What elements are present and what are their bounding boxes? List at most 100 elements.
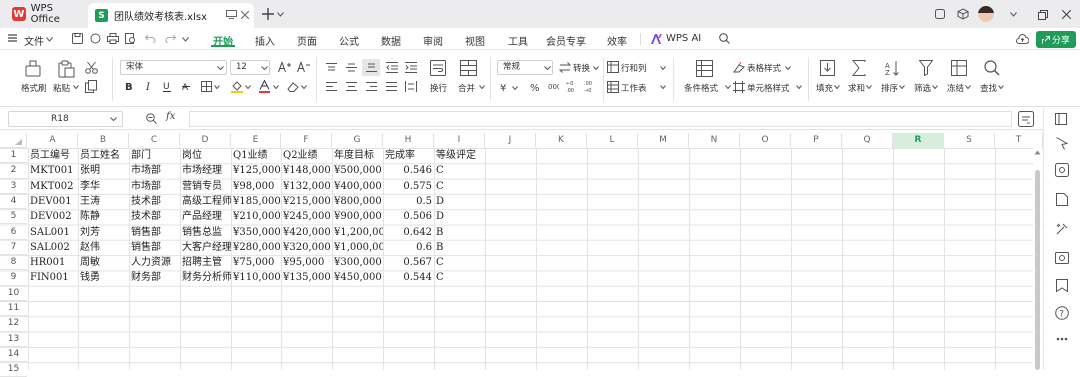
table-cell[interactable]: B (434, 240, 485, 255)
table-cell[interactable]: D (434, 194, 485, 209)
chevron-down-icon[interactable] (245, 85, 251, 89)
table-cell[interactable]: 高级工程师 (180, 194, 231, 209)
header-cell[interactable]: 年度目标 (332, 148, 383, 163)
table-cell[interactable]: 市场部 (129, 179, 180, 194)
menu-file[interactable]: 文件 (24, 33, 44, 48)
document-panel-icon[interactable] (1056, 193, 1068, 206)
row-header-1[interactable]: 1 (0, 148, 27, 164)
chevron-down-icon[interactable] (899, 85, 905, 89)
column-header-l[interactable]: L (587, 133, 638, 148)
justify-icon[interactable] (386, 82, 397, 91)
zoom-icon[interactable] (146, 113, 157, 124)
undo-icon[interactable] (145, 34, 156, 43)
table-cell[interactable]: 技术部 (129, 209, 180, 224)
table-cell[interactable]: ¥215,000 (281, 194, 332, 209)
table-cell[interactable]: B (434, 225, 485, 240)
table-cell[interactable]: 销售部 (129, 240, 180, 255)
borders-icon[interactable] (201, 81, 212, 92)
chevron-down-icon[interactable] (182, 37, 189, 42)
table-style-icon[interactable] (733, 61, 745, 73)
header-cell[interactable]: 员工姓名 (78, 148, 129, 163)
table-cell[interactable]: 市场部 (129, 163, 180, 178)
table-cell[interactable]: 市场经理 (180, 163, 231, 178)
cloud-upload-icon[interactable] (1016, 33, 1029, 44)
table-cell[interactable]: ¥1,000,000 (332, 240, 383, 255)
menu-data[interactable]: 数据 (381, 33, 401, 48)
chevron-down-icon[interactable] (998, 85, 1004, 89)
chevron-down-icon[interactable] (512, 86, 518, 90)
menu-insert[interactable]: 插入 (255, 33, 275, 48)
table-cell[interactable]: 王涛 (78, 194, 129, 209)
paste-label[interactable]: 粘贴 (53, 82, 70, 94)
table-cell[interactable]: ¥185,000 (231, 194, 281, 209)
tab-wps-office[interactable]: W WPS Office (8, 3, 84, 25)
table-cell[interactable]: ¥135,000 (281, 270, 332, 285)
table-cell[interactable]: 营销专员 (180, 179, 231, 194)
table-cell[interactable]: 钱勇 (78, 270, 129, 285)
chevron-down-icon[interactable] (273, 85, 279, 89)
bookmark-icon[interactable] (1056, 279, 1068, 292)
table-cell[interactable]: 销售总监 (180, 225, 231, 240)
column-header-a[interactable]: A (28, 133, 78, 148)
underline-icon[interactable]: U (163, 81, 172, 92)
table-cell[interactable]: FIN001 (28, 270, 78, 285)
row-header-14[interactable]: 14 (0, 347, 27, 363)
header-cell[interactable]: 员工编号 (28, 148, 78, 163)
table-cell[interactable]: ¥110,000 (231, 270, 281, 285)
table-cell[interactable]: ¥320,000 (281, 240, 332, 255)
column-header-b[interactable]: B (78, 133, 129, 148)
table-cell[interactable]: 0.567 (383, 255, 434, 270)
close-window-icon[interactable] (1062, 10, 1071, 19)
export-pdf-icon[interactable] (90, 33, 101, 44)
column-header-f[interactable]: F (281, 133, 332, 148)
chevron-down-icon[interactable] (932, 85, 938, 89)
align-top-icon[interactable] (326, 63, 337, 72)
column-header-g[interactable]: G (332, 133, 383, 148)
header-cell[interactable]: 岗位 (180, 148, 231, 163)
cell-style-icon[interactable] (733, 81, 745, 93)
panel-toggle-icon[interactable] (1055, 113, 1067, 125)
avatar[interactable] (978, 6, 994, 22)
table-cell[interactable]: ¥98,000 (231, 179, 281, 194)
format-painter-icon[interactable] (24, 60, 42, 78)
table-cell[interactable]: ¥210,000 (231, 209, 281, 224)
name-box[interactable]: R18 (8, 111, 123, 127)
table-cell[interactable]: 赵伟 (78, 240, 129, 255)
table-cell[interactable]: ¥450,000 (332, 270, 383, 285)
chevron-down-icon[interactable] (479, 85, 485, 89)
table-cell[interactable]: 产品经理 (180, 209, 231, 224)
row-header-4[interactable]: 4 (0, 194, 27, 210)
chevron-down-icon[interactable] (660, 85, 666, 89)
filter-icon[interactable] (919, 60, 933, 76)
row-column-label[interactable]: 行和列 (621, 62, 647, 74)
share-button[interactable]: 分享 (1036, 31, 1076, 48)
table-cell[interactable]: MKT001 (28, 163, 78, 178)
indent-decrease-icon[interactable] (386, 62, 398, 73)
table-cell[interactable]: ¥148,000 (281, 163, 332, 178)
table-cell[interactable]: ¥900,000 (332, 209, 383, 224)
cut-icon[interactable] (85, 61, 98, 74)
indent-increase-icon[interactable] (405, 62, 417, 73)
sort-icon[interactable]: AZ (885, 60, 900, 76)
table-cell[interactable]: ¥132,000 (281, 179, 332, 194)
header-cell[interactable]: 完成率 (383, 148, 434, 163)
search-icon[interactable] (719, 33, 730, 44)
header-cell[interactable]: Q2业绩 (281, 148, 332, 163)
thousands-separator-icon[interactable]: 000 (548, 81, 559, 92)
tools-icon[interactable] (1055, 222, 1069, 236)
menu-member[interactable]: 会员专享 (546, 33, 586, 48)
table-cell[interactable]: SAL002 (28, 240, 78, 255)
chevron-down-icon[interactable] (785, 66, 791, 70)
monitor-icon[interactable] (226, 10, 237, 19)
column-header-j[interactable]: J (485, 133, 536, 148)
chevron-down-icon[interactable] (725, 85, 731, 89)
cell-style-label[interactable]: 单元格样式 (747, 82, 790, 94)
row-header-10[interactable]: 10 (0, 286, 27, 301)
scroll-up-icon[interactable] (1034, 150, 1041, 155)
wrap-text-label[interactable]: 换行 (430, 82, 447, 94)
chevron-down-icon[interactable] (277, 12, 284, 17)
menu-review[interactable]: 审阅 (423, 33, 443, 48)
insert-function-button[interactable]: fx (166, 111, 175, 122)
chevron-down-icon[interactable] (593, 66, 599, 70)
table-cell[interactable]: DEV001 (28, 194, 78, 209)
